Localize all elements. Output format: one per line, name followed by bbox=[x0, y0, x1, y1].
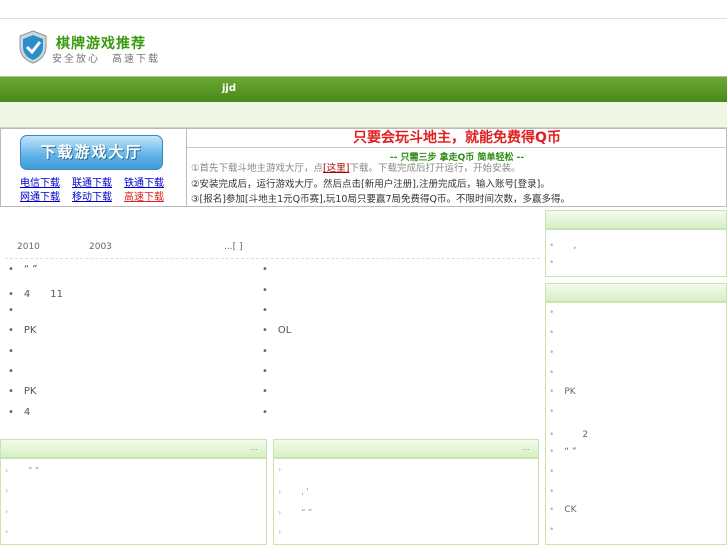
sub-nav-band bbox=[0, 102, 727, 128]
list-item[interactable] bbox=[8, 366, 24, 377]
list-item[interactable]: PK bbox=[8, 386, 37, 397]
list-item[interactable]: “ ” bbox=[5, 465, 39, 476]
list-item[interactable]: PK bbox=[8, 325, 37, 336]
list-item[interactable] bbox=[262, 285, 278, 296]
shield-check-icon bbox=[19, 30, 47, 64]
list-item[interactable] bbox=[262, 407, 278, 418]
list-item[interactable] bbox=[5, 507, 20, 516]
box-header bbox=[546, 211, 726, 230]
download-hall-button[interactable]: 下载游戏大厅 bbox=[20, 135, 163, 170]
list-item[interactable] bbox=[8, 346, 24, 357]
article-year-2: 2003 bbox=[89, 242, 112, 252]
download-link-unicom[interactable]: 联通下载 bbox=[72, 174, 112, 189]
list-item[interactable] bbox=[262, 386, 278, 397]
download-link-netcom[interactable]: 网通下载 bbox=[20, 188, 60, 203]
list-item[interactable]: 4 bbox=[8, 407, 30, 418]
bottom-box-1: ... bbox=[0, 439, 267, 545]
list-item[interactable]: CK bbox=[549, 505, 576, 515]
step-2: ②安装完成后，运行游戏大厅。然后点击[新用户注册],注册完成后，输入账号[登录]… bbox=[191, 179, 550, 190]
list-item[interactable] bbox=[262, 366, 278, 377]
list-item[interactable] bbox=[549, 525, 564, 535]
list-item[interactable]: , ' bbox=[278, 486, 308, 497]
box-header: ... bbox=[274, 440, 538, 459]
step-1-text: ①首先下载斗地主游戏大厅，点 bbox=[191, 163, 324, 174]
download-link-tietong[interactable]: 铁通下载 bbox=[124, 174, 164, 189]
list-item[interactable]: “ ” bbox=[278, 507, 312, 518]
step-1-text-b: 下载。下载完成后打开运行，开始安装。 bbox=[349, 163, 521, 174]
list-item[interactable]: “ ” bbox=[549, 447, 576, 457]
article-year: 2010 bbox=[17, 242, 40, 252]
list-item[interactable] bbox=[549, 258, 564, 268]
list-item[interactable]: PK bbox=[549, 387, 575, 397]
top-divider bbox=[0, 18, 727, 19]
article-more-link[interactable]: ...[ ] bbox=[224, 242, 242, 252]
list-item[interactable] bbox=[5, 527, 20, 536]
download-link-telecom[interactable]: 电信下载 bbox=[20, 174, 60, 189]
list-item[interactable] bbox=[8, 305, 24, 316]
box-header bbox=[546, 284, 726, 303]
promo-headline: 只要会玩斗地主，就能免费得Q币 bbox=[187, 128, 727, 148]
list-item[interactable]: 4 11 bbox=[8, 285, 63, 300]
list-item[interactable] bbox=[278, 527, 293, 536]
step-1: ①首先下载斗地主游戏大厅，点[这里]下载。下载完成后打开运行，开始安装。 bbox=[191, 160, 520, 174]
list-item[interactable] bbox=[549, 368, 564, 378]
box-header: ... bbox=[1, 440, 266, 459]
list-item[interactable] bbox=[262, 264, 278, 275]
site-subtitle: 安全放心 高速下载 bbox=[52, 54, 160, 65]
more-link[interactable]: ... bbox=[522, 443, 530, 452]
list-item[interactable] bbox=[262, 305, 278, 316]
list-item[interactable]: OL bbox=[262, 325, 291, 336]
list-item[interactable] bbox=[549, 407, 564, 417]
list-item[interactable] bbox=[262, 346, 278, 357]
more-link[interactable]: ... bbox=[250, 443, 258, 452]
step-3: ③[报名]参加[斗地主1元Q币赛],玩10局只要赢7局免费得Q币。不限时间次数，… bbox=[191, 194, 570, 205]
list-item[interactable] bbox=[549, 328, 564, 338]
list-item[interactable]: 2 bbox=[549, 427, 588, 440]
list-item[interactable]: , bbox=[549, 238, 576, 251]
list-item[interactable] bbox=[549, 487, 564, 497]
divider bbox=[5, 258, 540, 259]
list-item[interactable] bbox=[549, 467, 564, 477]
nav-link[interactable]: jjd bbox=[222, 83, 236, 94]
list-item[interactable] bbox=[5, 486, 20, 495]
here-link[interactable]: [这里] bbox=[323, 163, 349, 174]
list-item[interactable] bbox=[278, 465, 293, 474]
nav-bar bbox=[0, 76, 727, 102]
download-link-fast[interactable]: 高速下载 bbox=[124, 188, 164, 203]
list-item[interactable] bbox=[549, 348, 564, 358]
bottom-box-2: ... bbox=[273, 439, 539, 545]
download-link-mobile[interactable]: 移动下载 bbox=[72, 188, 112, 203]
list-item[interactable] bbox=[549, 308, 564, 318]
list-item[interactable]: “ ” bbox=[8, 264, 38, 275]
